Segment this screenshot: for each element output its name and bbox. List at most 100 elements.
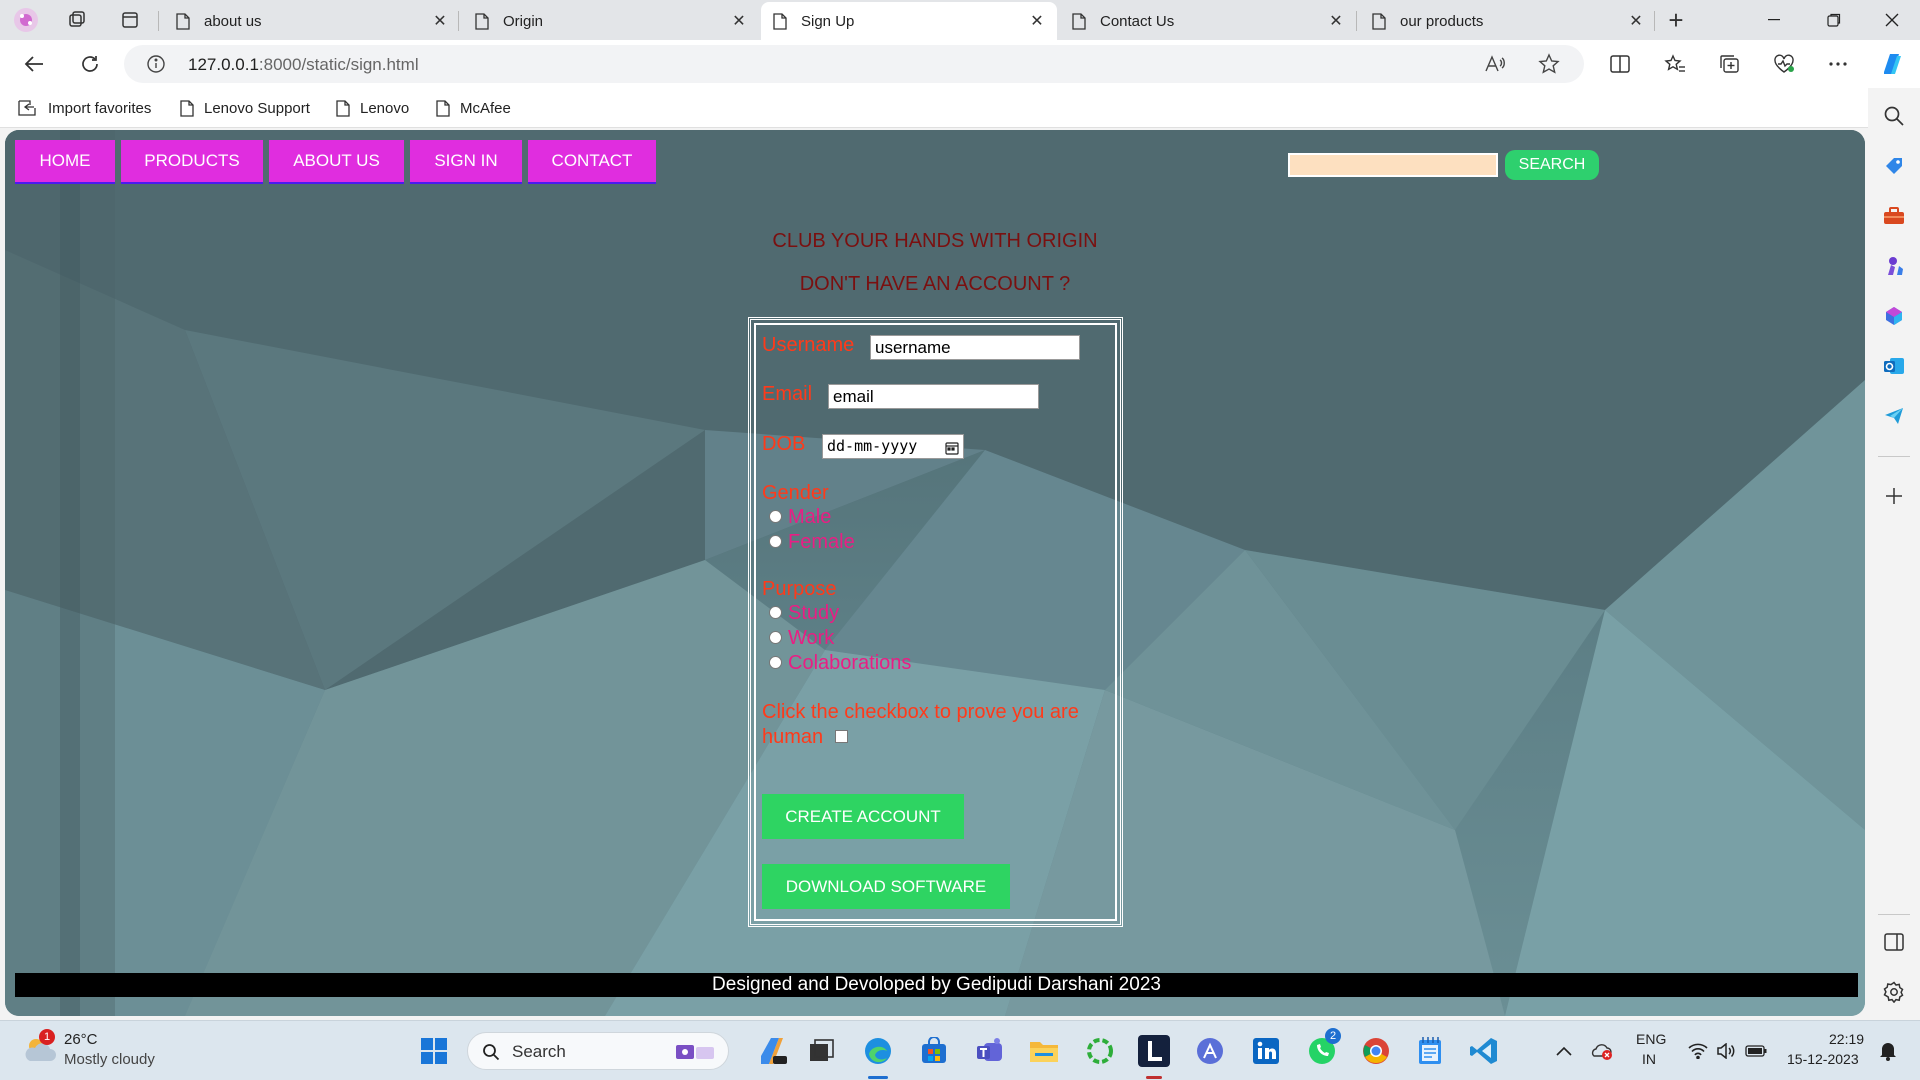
email-field[interactable]: email	[828, 384, 1039, 409]
active-app-indicator	[1146, 1076, 1162, 1079]
tab-title: Sign Up	[801, 12, 855, 30]
tab-about-us[interactable]: about us ✕	[164, 2, 460, 40]
task-view-icon[interactable]	[806, 1035, 838, 1067]
send-icon[interactable]	[1880, 402, 1908, 430]
purpose-study-label: Study	[788, 602, 840, 624]
windows-taskbar: 1 26°C Mostly cloudy Search 2 ENG IN 22:…	[0, 1020, 1920, 1080]
tab-sign-up[interactable]: Sign Up ✕	[761, 2, 1057, 40]
tab-actions-icon[interactable]	[114, 6, 146, 34]
create-account-button[interactable]: CREATE ACCOUNT	[762, 794, 964, 839]
edge-browser-icon[interactable]	[862, 1035, 894, 1067]
edge-sidebar	[1868, 88, 1920, 1018]
purpose-study-radio[interactable]	[769, 606, 782, 619]
browser-essentials-icon[interactable]	[1766, 48, 1802, 80]
linkedin-icon[interactable]	[1250, 1035, 1282, 1067]
language-eng[interactable]: ENG	[1636, 1031, 1666, 1047]
l-app-icon[interactable]	[1138, 1035, 1170, 1067]
page-icon	[176, 12, 190, 30]
collections-icon[interactable]	[1712, 48, 1748, 80]
nav-home[interactable]: HOME	[15, 140, 115, 184]
language-in[interactable]: IN	[1642, 1051, 1656, 1067]
clock-time[interactable]: 22:19	[1829, 1031, 1864, 1047]
favorite-import[interactable]: Import favorites	[16, 96, 151, 120]
games-icon[interactable]	[1880, 252, 1908, 280]
settings-gear-icon[interactable]	[1880, 978, 1908, 1006]
favorites-icon[interactable]	[1657, 48, 1693, 80]
purpose-work-radio[interactable]	[769, 631, 782, 644]
file-explorer-icon[interactable]	[1028, 1035, 1060, 1067]
more-options-icon[interactable]	[1820, 48, 1856, 80]
gender-male-radio[interactable]	[769, 510, 782, 523]
taskbar-search[interactable]: Search	[467, 1032, 729, 1070]
favorite-star-icon[interactable]	[1538, 53, 1560, 80]
restore-icon[interactable]	[1806, 0, 1862, 40]
username-label: Username	[762, 334, 855, 356]
dob-placeholder: dd-mm-yyyy	[827, 437, 918, 455]
close-icon[interactable]: ✕	[729, 11, 749, 31]
close-icon[interactable]: ✕	[1027, 11, 1047, 31]
close-icon[interactable]: ✕	[430, 11, 450, 31]
split-screen-icon[interactable]	[1602, 48, 1638, 80]
tools-icon[interactable]	[1880, 202, 1908, 230]
nav-about-us[interactable]: ABOUT US	[269, 140, 404, 184]
profile-avatar-icon[interactable]	[10, 6, 42, 34]
windows-start-icon[interactable]	[418, 1035, 450, 1067]
battery-icon[interactable]	[1740, 1035, 1772, 1067]
calendar-icon[interactable]	[945, 439, 959, 462]
copilot-icon[interactable]	[1874, 48, 1910, 80]
store-icon[interactable]	[918, 1035, 950, 1067]
nav-sign-in[interactable]: SIGN IN	[410, 140, 522, 184]
username-field[interactable]: username	[870, 335, 1080, 360]
back-icon[interactable]	[16, 48, 52, 80]
add-icon[interactable]	[1880, 482, 1908, 510]
favorite-label: Lenovo	[360, 99, 410, 117]
address-bar[interactable]: 127.0.0.1:8000/static/sign.html	[124, 45, 1584, 83]
favorites-bar: Import favorites Lenovo Support Lenovo M…	[0, 88, 1920, 128]
green-ring-app-icon[interactable]	[1084, 1035, 1116, 1067]
new-tab-button[interactable]: +	[1660, 5, 1692, 35]
human-checkbox[interactable]	[835, 730, 848, 743]
favorite-lenovo-support[interactable]: Lenovo Support	[180, 96, 310, 120]
tab-origin[interactable]: Origin ✕	[463, 2, 759, 40]
close-icon[interactable]: ✕	[1626, 11, 1646, 31]
url-text[interactable]: 127.0.0.1:8000/static/sign.html	[188, 55, 419, 75]
notification-bell-icon[interactable]	[1872, 1035, 1904, 1067]
site-search-input[interactable]	[1288, 153, 1498, 177]
shopping-tag-icon[interactable]	[1880, 152, 1908, 180]
close-icon[interactable]: ✕	[1326, 11, 1346, 31]
tab-title: our products	[1400, 12, 1484, 30]
site-info-icon[interactable]	[146, 54, 166, 79]
triangle-app-icon[interactable]	[1194, 1035, 1226, 1067]
purpose-colaborations-radio[interactable]	[769, 656, 782, 669]
teams-icon[interactable]	[974, 1035, 1006, 1067]
notepad-icon[interactable]	[1414, 1035, 1446, 1067]
vscode-icon[interactable]	[1468, 1035, 1500, 1067]
microsoft-365-icon[interactable]	[1880, 302, 1908, 330]
copilot-pre-icon[interactable]	[756, 1035, 788, 1067]
dob-field[interactable]: dd-mm-yyyy	[822, 434, 964, 459]
tab-our-products[interactable]: our products ✕	[1360, 2, 1656, 40]
site-search-button[interactable]: SEARCH	[1505, 150, 1599, 180]
tab-contact-us[interactable]: Contact Us ✕	[1060, 2, 1356, 40]
gender-female-radio[interactable]	[769, 535, 782, 548]
active-app-indicator	[868, 1076, 888, 1079]
window-close-icon[interactable]	[1864, 0, 1920, 40]
search-icon[interactable]	[1880, 102, 1908, 130]
clock-date[interactable]: 15-12-2023	[1787, 1051, 1859, 1067]
minimize-icon[interactable]	[1746, 0, 1802, 40]
read-aloud-icon[interactable]	[1484, 54, 1506, 79]
outlook-icon[interactable]	[1880, 352, 1908, 380]
download-software-button[interactable]: DOWNLOAD SOFTWARE	[762, 864, 1010, 909]
onedrive-offline-icon[interactable]	[1586, 1035, 1618, 1067]
nav-contact[interactable]: CONTACT	[528, 140, 656, 184]
favorite-mcafee[interactable]: McAfee	[436, 96, 511, 120]
chevron-up-icon[interactable]	[1548, 1035, 1580, 1067]
refresh-icon[interactable]	[72, 48, 108, 80]
chrome-icon[interactable]	[1360, 1035, 1392, 1067]
volume-icon[interactable]	[1710, 1035, 1742, 1067]
favorite-lenovo[interactable]: Lenovo	[336, 96, 409, 120]
gender-female-label: Female	[788, 531, 855, 553]
hide-sidebar-icon[interactable]	[1880, 928, 1908, 956]
nav-products[interactable]: PRODUCTS	[121, 140, 263, 184]
workspaces-icon[interactable]	[61, 6, 93, 34]
